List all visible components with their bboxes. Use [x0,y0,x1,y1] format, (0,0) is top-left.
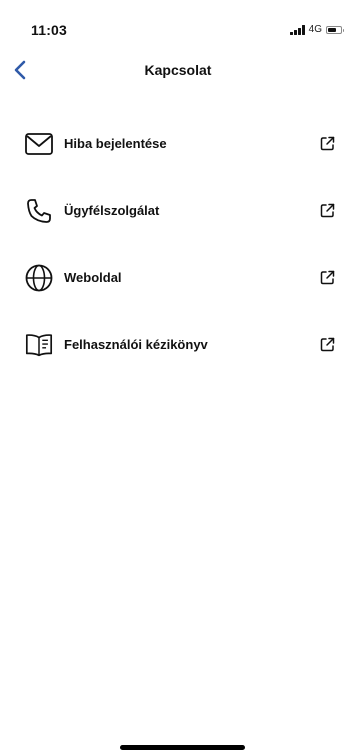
menu-item-label: Weboldal [64,270,122,285]
network-type: 4G [308,24,322,35]
phone-icon [24,196,54,226]
status-bar: 11:03 4G [0,0,356,46]
page-title: Kapcsolat [144,62,212,78]
menu-item-report-bug[interactable]: Hiba bejelentése [0,110,356,177]
signal-icon [290,24,305,35]
battery-icon [326,25,344,34]
globe-icon [24,263,54,293]
home-indicator[interactable] [120,745,245,750]
menu-item-label: Felhasználói kézikönyv [64,337,208,352]
menu-item-label: Ügyfélszolgálat [64,203,160,218]
menu-item-user-manual[interactable]: Felhasználói kézikönyv [0,311,356,378]
contact-menu: Hiba bejelentése Ügyfélszolgálat Webolda… [0,110,356,378]
external-link-icon [318,202,336,220]
external-link-icon [318,336,336,354]
menu-item-website[interactable]: Weboldal [0,244,356,311]
external-link-icon [318,135,336,153]
menu-item-label: Hiba bejelentése [64,136,167,151]
envelope-icon [24,129,54,159]
external-link-icon [318,269,336,287]
status-indicators: 4G [290,24,344,35]
navigation-bar: Kapcsolat [0,50,356,90]
manual-book-icon [24,330,54,360]
status-time: 11:03 [31,22,68,38]
menu-item-customer-service[interactable]: Ügyfélszolgálat [0,177,356,244]
